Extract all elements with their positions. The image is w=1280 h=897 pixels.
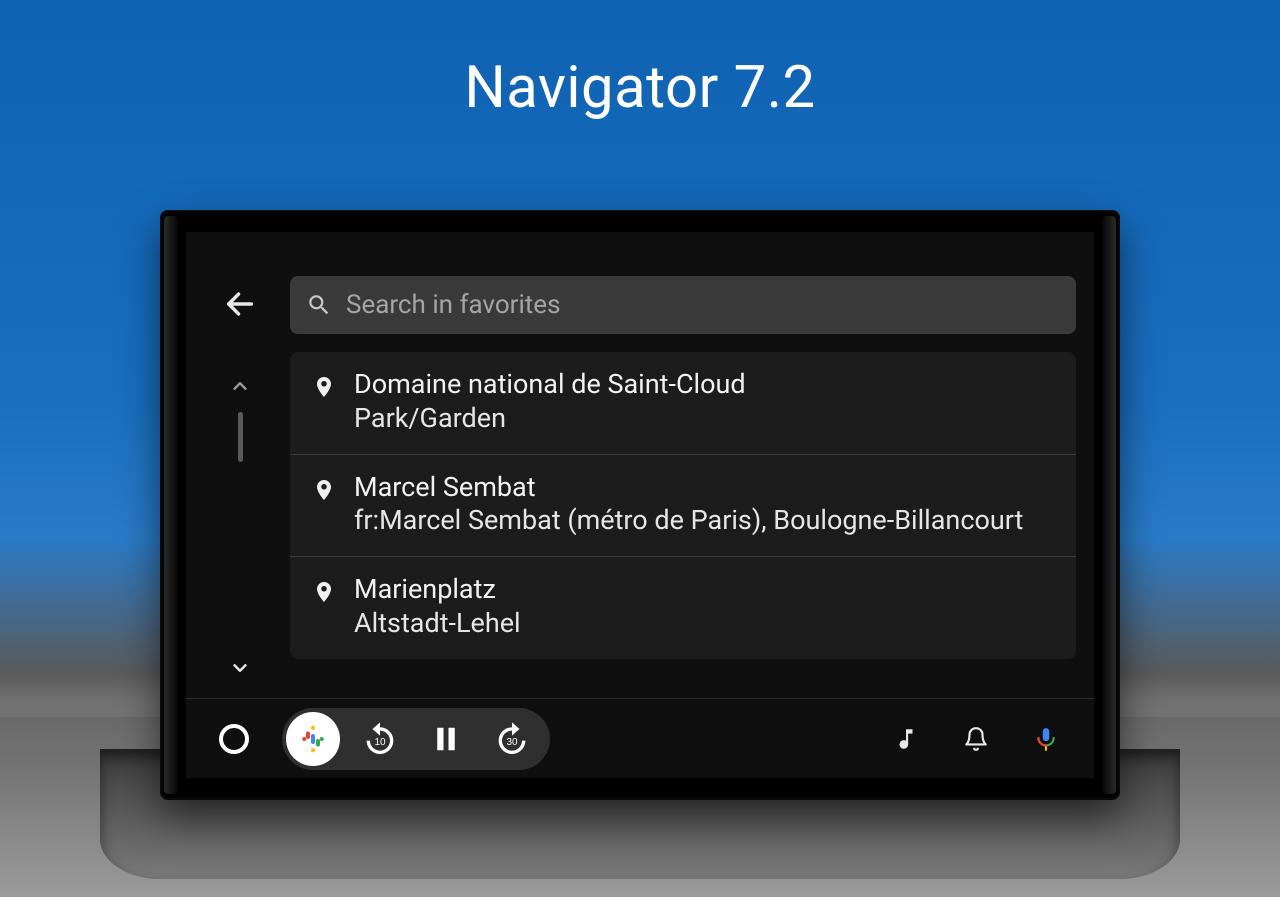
bell-icon <box>963 726 989 752</box>
rewind-button[interactable]: 10 <box>354 713 406 765</box>
head-unit-device: Search in favorites Domaine national de … <box>160 210 1120 800</box>
list-item-subtitle: Altstadt-Lehel <box>354 607 1054 641</box>
list-item-title: Marienplatz <box>354 573 1054 607</box>
back-button[interactable] <box>212 276 268 332</box>
list-item[interactable]: Marienplatz Altstadt-Lehel <box>290 557 1076 659</box>
svg-text:10: 10 <box>374 736 386 747</box>
pause-button[interactable] <box>420 713 472 765</box>
chevron-down-icon <box>229 657 251 679</box>
svg-text:30: 30 <box>506 736 518 747</box>
replay-10-icon: 10 <box>360 719 400 759</box>
forward-button[interactable]: 30 <box>486 713 538 765</box>
screen: Search in favorites Domaine national de … <box>186 232 1094 778</box>
list-item-text: Marienplatz Altstadt-Lehel <box>354 573 1054 641</box>
map-pin-icon <box>312 372 336 402</box>
media-app-button[interactable] <box>286 712 340 766</box>
search-input[interactable]: Search in favorites <box>290 276 1076 334</box>
list-item-title: Domaine national de Saint-Cloud <box>354 368 1054 402</box>
content-area: Search in favorites Domaine national de … <box>186 232 1094 698</box>
search-placeholder: Search in favorites <box>346 290 561 320</box>
home-button[interactable] <box>208 713 260 765</box>
google-podcasts-icon <box>298 724 328 754</box>
map-pin-icon <box>312 475 336 505</box>
scrollbar <box>222 360 258 698</box>
scroll-down-button[interactable] <box>222 650 258 686</box>
circle-outline-icon <box>219 724 249 754</box>
back-arrow-icon <box>223 287 257 321</box>
bottom-bar: 10 30 <box>186 698 1094 778</box>
voice-button[interactable] <box>1020 713 1072 765</box>
main-column: Search in favorites Domaine national de … <box>290 276 1076 698</box>
page-title: Navigator 7.2 <box>0 54 1280 122</box>
map-pin-icon <box>312 577 336 607</box>
notifications-button[interactable] <box>950 713 1002 765</box>
pause-icon <box>431 724 461 754</box>
list-item-subtitle: fr:Marcel Sembat (métro de Paris), Boulo… <box>354 504 1054 538</box>
list-item-text: Domaine national de Saint-Cloud Park/Gar… <box>354 368 1054 436</box>
microphone-icon <box>1033 724 1059 754</box>
music-note-icon <box>893 726 919 752</box>
music-button[interactable] <box>880 713 932 765</box>
favorites-list: Domaine national de Saint-Cloud Park/Gar… <box>290 352 1076 659</box>
search-icon <box>306 292 332 318</box>
list-item[interactable]: Marcel Sembat fr:Marcel Sembat (métro de… <box>290 455 1076 558</box>
list-item-subtitle: Park/Garden <box>354 402 1054 436</box>
list-item[interactable]: Domaine national de Saint-Cloud Park/Gar… <box>290 352 1076 455</box>
media-pill: 10 30 <box>282 708 550 770</box>
scroll-thumb[interactable] <box>238 412 243 462</box>
forward-30-icon: 30 <box>492 719 532 759</box>
list-item-title: Marcel Sembat <box>354 471 1054 505</box>
scroll-up-button[interactable] <box>222 368 258 404</box>
chevron-up-icon <box>229 375 251 397</box>
left-column <box>204 276 276 698</box>
list-item-text: Marcel Sembat fr:Marcel Sembat (métro de… <box>354 471 1054 539</box>
